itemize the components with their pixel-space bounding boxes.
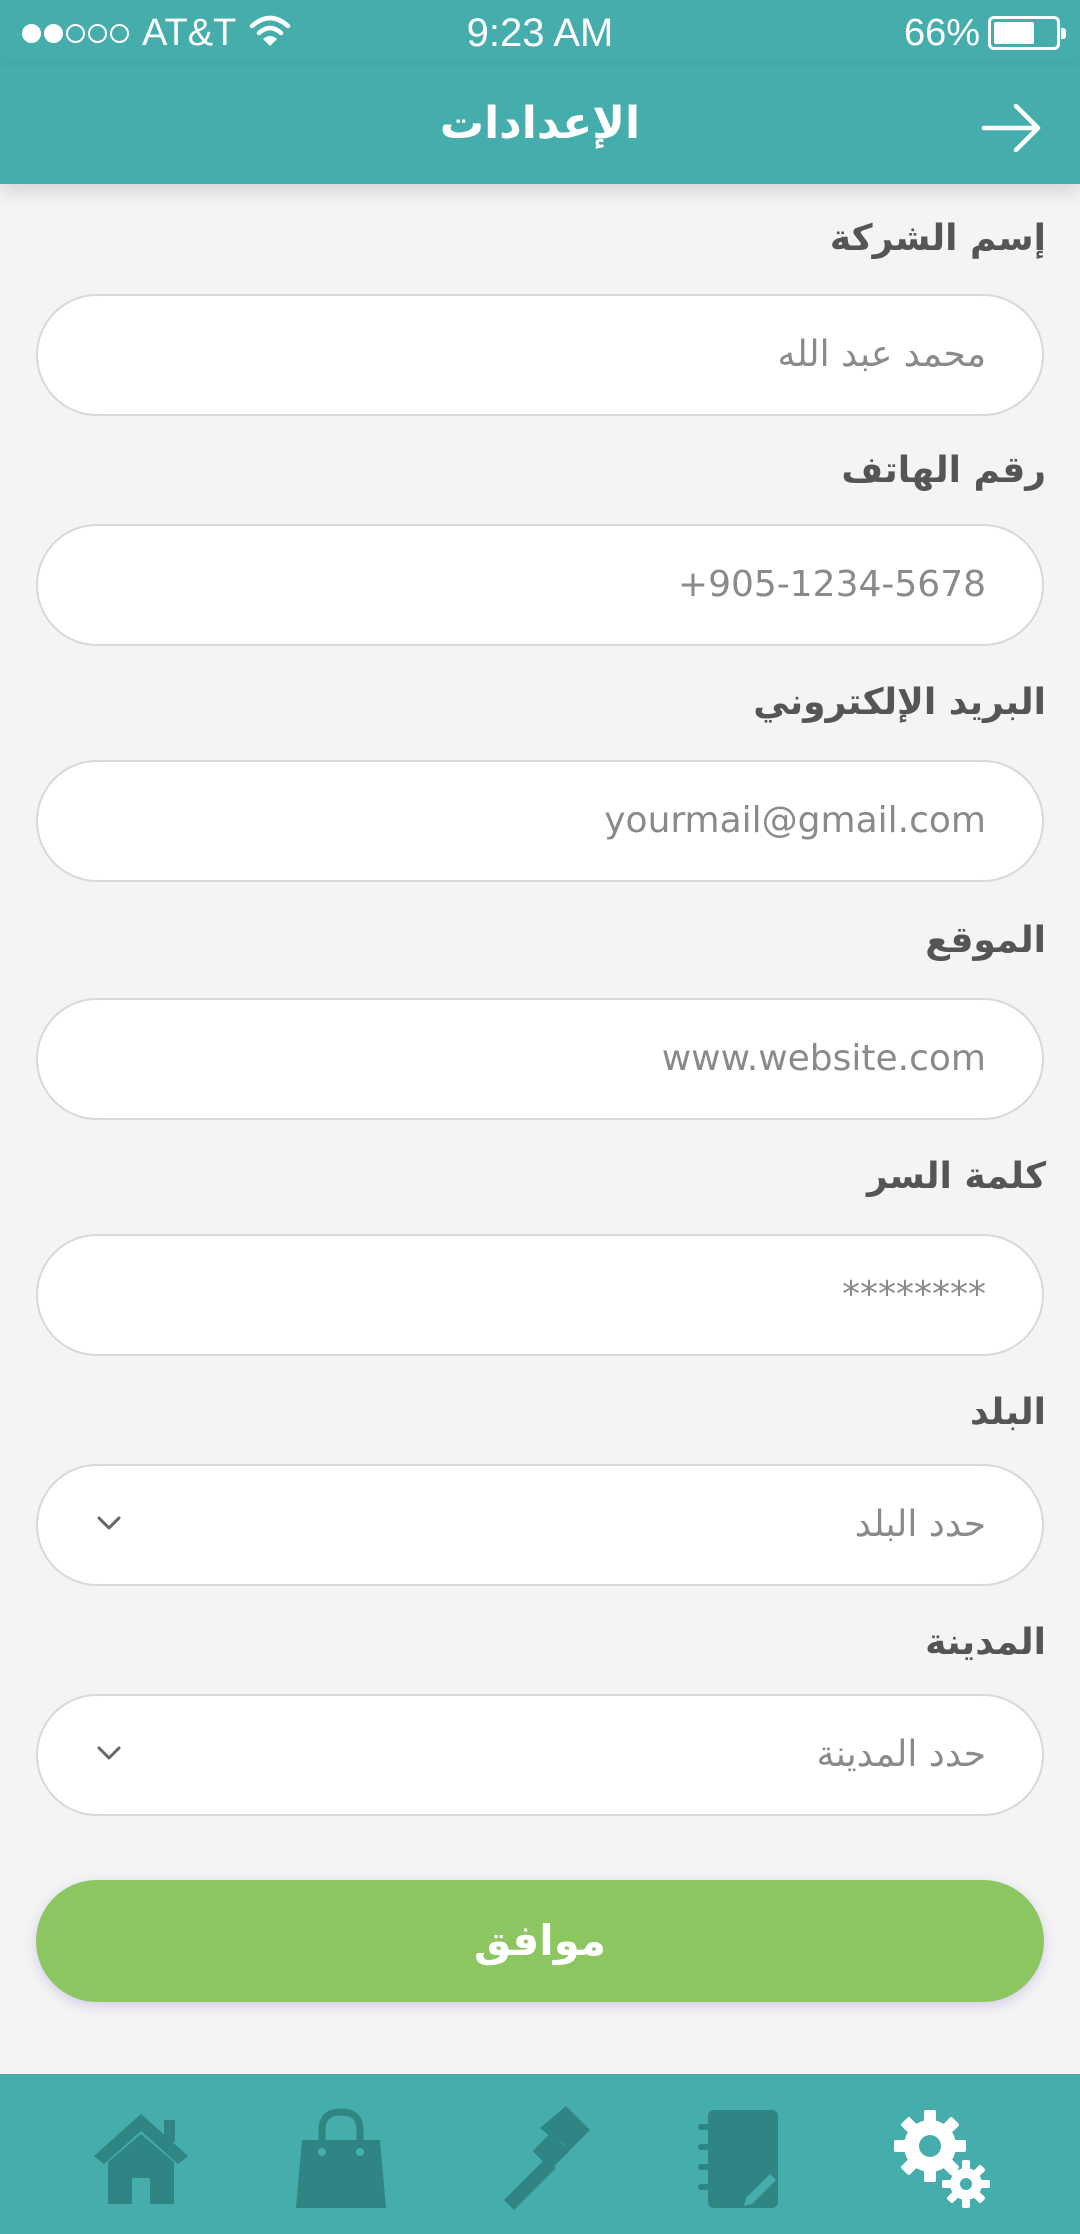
company-name-field[interactable]: محمد عبد الله — [36, 294, 1044, 416]
website-value: www.website.com — [661, 1038, 986, 1079]
city-select[interactable]: حدد المدينة — [36, 1694, 1044, 1816]
company-name-label: إسم الشركة — [829, 218, 1046, 259]
back-button[interactable] — [980, 100, 1044, 156]
nav-services[interactable] — [486, 2104, 596, 2214]
nav-notebook[interactable] — [686, 2104, 796, 2214]
notebook-icon — [698, 2110, 778, 2208]
chevron-down-icon — [97, 1746, 121, 1760]
email-label: البريد الإلكتروني — [753, 682, 1046, 723]
nav-settings[interactable] — [886, 2104, 996, 2214]
nav-home[interactable] — [86, 2104, 196, 2214]
app-header: الإعدادات — [0, 66, 1080, 184]
shopping-bag-icon — [296, 2108, 386, 2208]
battery-percentage: 66% — [903, 12, 980, 54]
battery-level — [994, 22, 1034, 44]
arrow-right-icon — [981, 103, 1041, 153]
home-icon — [94, 2114, 188, 2204]
country-placeholder: حدد البلد — [854, 1504, 986, 1545]
city-label: المدينة — [925, 1622, 1046, 1663]
website-field[interactable]: www.website.com — [36, 998, 1044, 1120]
password-value: ******** — [842, 1274, 986, 1315]
country-label: البلد — [969, 1392, 1046, 1433]
email-field[interactable]: yourmail@gmail.com — [36, 760, 1044, 882]
status-right: 66% — [903, 10, 1066, 56]
password-label: كلمة السر — [866, 1156, 1046, 1197]
phone-value: +905-1234-5678 — [677, 564, 986, 605]
phone-label: رقم الهاتف — [841, 450, 1046, 491]
submit-button[interactable]: موافق — [36, 1880, 1044, 2002]
company-name-value: محمد عبد الله — [777, 334, 986, 375]
settings-gears-icon — [894, 2110, 990, 2208]
city-placeholder: حدد المدينة — [816, 1734, 987, 1775]
phone-field[interactable]: +905-1234-5678 — [36, 524, 1044, 646]
email-value: yourmail@gmail.com — [604, 800, 986, 841]
bottom-nav — [0, 2074, 1080, 2234]
battery-icon — [988, 16, 1066, 50]
website-label: الموقع — [925, 920, 1046, 961]
nav-shop[interactable] — [286, 2104, 396, 2214]
hammer-icon — [504, 2106, 590, 2210]
page-title: الإعدادات — [439, 98, 641, 149]
country-select[interactable]: حدد البلد — [36, 1464, 1044, 1586]
status-bar: AT&T 9:23 AM 66% — [0, 0, 1080, 66]
password-field[interactable]: ******** — [36, 1234, 1044, 1356]
chevron-down-icon — [97, 1516, 121, 1530]
